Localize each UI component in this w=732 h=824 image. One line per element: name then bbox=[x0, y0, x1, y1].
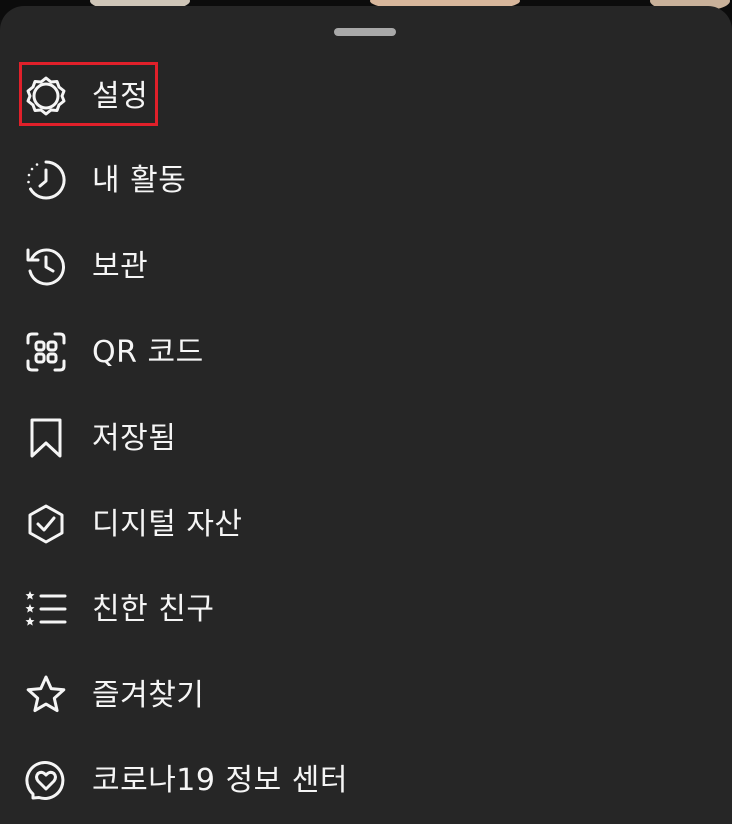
qr-code-icon bbox=[24, 330, 68, 374]
bookmark-icon bbox=[24, 416, 68, 460]
menu-item-archive[interactable]: 보관 bbox=[0, 224, 732, 310]
menu-item-digital-assets[interactable]: 디지털 자산 bbox=[0, 482, 732, 568]
drag-handle[interactable] bbox=[334, 28, 396, 36]
menu-item-qr-code[interactable]: QR 코드 bbox=[0, 310, 732, 396]
menu-item-label: 내 활동 bbox=[92, 163, 187, 198]
menu-item-covid-info-center[interactable]: 코로나19 정보 센터 bbox=[0, 738, 732, 824]
menu-item-saved[interactable]: 저장됨 bbox=[0, 396, 732, 482]
archive-history-icon bbox=[24, 244, 68, 288]
menu-item-label: 보관 bbox=[92, 249, 149, 284]
menu-item-label: QR 코드 bbox=[92, 335, 204, 370]
menu-item-activity[interactable]: 내 활동 bbox=[0, 138, 732, 224]
menu-item-label: 저장됨 bbox=[92, 421, 177, 456]
menu-item-label: 친한 친구 bbox=[92, 592, 215, 627]
menu-item-label: 디지털 자산 bbox=[92, 507, 243, 542]
activity-clock-icon bbox=[24, 158, 68, 202]
star-list-icon bbox=[24, 587, 68, 631]
menu-item-label: 즐겨찾기 bbox=[92, 678, 205, 713]
menu-item-settings[interactable]: 설정 bbox=[0, 54, 732, 140]
menu-item-label: 코로나19 정보 센터 bbox=[92, 763, 348, 798]
settings-gear-icon bbox=[24, 74, 68, 118]
menu-item-label: 설정 bbox=[92, 79, 149, 114]
menu-item-favorites[interactable]: 즐겨찾기 bbox=[0, 653, 732, 739]
menu-item-close-friends[interactable]: 친한 친구 bbox=[0, 567, 732, 653]
shield-check-icon bbox=[24, 502, 68, 546]
star-icon bbox=[24, 673, 68, 717]
heart-circle-icon bbox=[24, 758, 68, 802]
